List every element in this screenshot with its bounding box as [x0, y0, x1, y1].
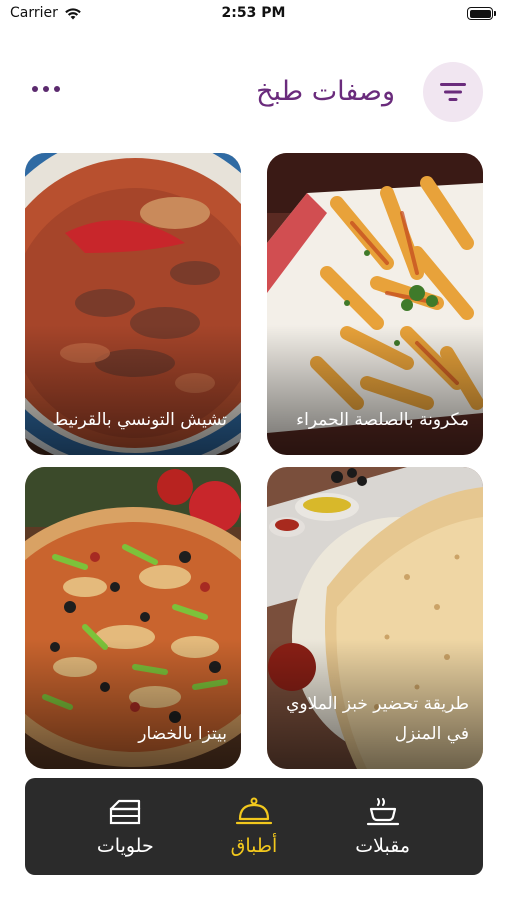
filter-icon [440, 83, 466, 101]
battery-icon [467, 7, 496, 20]
bottom-tab-bar: مقبلات أطباق حلويات [25, 778, 483, 875]
cup-icon [366, 797, 399, 825]
dot [54, 86, 60, 92]
card-shade [25, 325, 241, 455]
recipe-card[interactable]: بيتزا بالخضار [25, 467, 241, 769]
battery-tip [494, 11, 496, 16]
recipe-title: طريقة تحضير خبز الملاوي في المنزل [286, 694, 469, 744]
cake-icon [110, 799, 141, 824]
tab-appetizers[interactable]: مقبلات [328, 787, 438, 867]
recipe-title: تشيش التونسي بالقرنيط [52, 410, 227, 430]
recipe-title: بيتزا بالخضار [138, 724, 227, 744]
battery-level [469, 9, 491, 18]
more-horizontal-icon[interactable] [32, 82, 66, 96]
card-shade [267, 325, 483, 455]
tab-dishes[interactable]: أطباق [199, 787, 309, 867]
recipe-card[interactable]: تشيش التونسي بالقرنيط [25, 153, 241, 455]
recipe-title: مكرونة بالصلصة الحمراء [296, 410, 469, 430]
tab-desserts[interactable]: حلويات [70, 787, 180, 867]
recipe-card[interactable]: طريقة تحضير خبز الملاوي في المنزل [267, 467, 483, 769]
tab-label: أطباق [230, 834, 278, 857]
filter-button[interactable] [423, 62, 483, 122]
cloche-icon [235, 797, 273, 824]
status-time: 2:53 PM [221, 5, 286, 21]
app-header: وصفات طبخ [0, 62, 507, 126]
tab-label: حلويات [96, 834, 154, 857]
card-shade [25, 639, 241, 769]
dot [32, 86, 38, 92]
tab-label: مقبلات [355, 834, 411, 857]
page-title: وصفات طبخ [256, 76, 395, 107]
status-bar: Carrier 2:53 PM [0, 0, 507, 30]
dot [43, 86, 49, 92]
recipe-card[interactable]: مكرونة بالصلصة الحمراء [267, 153, 483, 455]
